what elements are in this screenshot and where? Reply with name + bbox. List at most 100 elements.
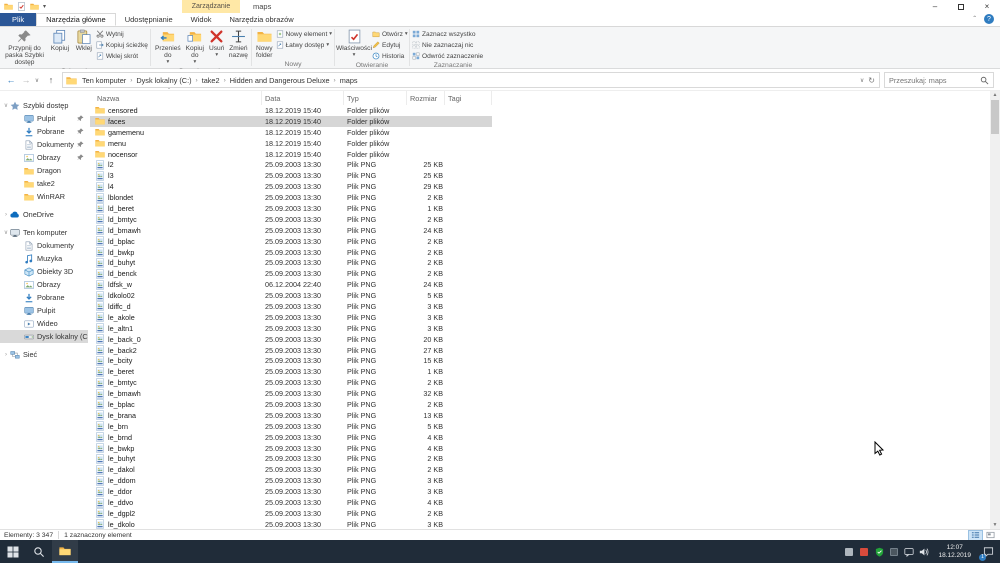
address-field[interactable]: Ten komputer›Dysk lokalny (C:)›take2›Hid… [62, 72, 880, 88]
tray-chat-icon[interactable] [904, 547, 914, 557]
pin-to-quick-access-button[interactable]: Przypnij do paska Szybki dostęp [2, 28, 47, 67]
sidebar-item-sieć[interactable]: ›Sieć [0, 348, 88, 361]
file-row-ld_bwkp[interactable]: ld_bwkp25.09.2003 13:30Plik PNG2 KB [88, 247, 990, 258]
details-view-button[interactable] [969, 531, 982, 540]
file-row-faces[interactable]: faces18.12.2019 15:40Folder plików [88, 116, 990, 127]
file-row-le_bplac[interactable]: le_bplac25.09.2003 13:30Plik PNG2 KB [88, 399, 990, 410]
scrollbar-thumb[interactable] [991, 100, 999, 134]
column-header-size[interactable]: Rozmiar [407, 91, 445, 105]
file-row-le_buhyt[interactable]: le_buhyt25.09.2003 13:30Plik PNG2 KB [88, 454, 990, 465]
refresh-icon[interactable]: ↻ [868, 76, 875, 85]
maximize-button[interactable] [948, 0, 974, 13]
tab-share[interactable]: Udostępnianie [116, 13, 182, 26]
help-icon[interactable]: ? [984, 14, 994, 24]
file-row-ld_beret[interactable]: ld_beret25.09.2003 13:30Plik PNG1 KB [88, 203, 990, 214]
sidebar-item-wideo[interactable]: Wideo [0, 317, 88, 330]
taskbar-search-button[interactable] [26, 540, 52, 563]
sidebar-item-obrazy[interactable]: Obrazy [0, 151, 88, 164]
tree-chevron-icon[interactable]: ∨ [2, 229, 10, 236]
file-row-le_ddor[interactable]: le_ddor25.09.2003 13:30Plik PNG3 KB [88, 486, 990, 497]
tray-app-gray-icon[interactable] [844, 547, 854, 557]
tray-shield-icon[interactable] [874, 547, 884, 557]
sidebar-item-pulpit[interactable]: Pulpit [0, 112, 88, 125]
copy-path-button[interactable]: Kopiuj ścieżkę [96, 40, 148, 50]
sidebar-item-pobrane[interactable]: Pobrane [0, 125, 88, 138]
file-row-le_ddom[interactable]: le_ddom25.09.2003 13:30Plik PNG3 KB [88, 475, 990, 486]
open-button[interactable]: Otwórz ▾ [372, 29, 408, 39]
paste-button[interactable]: Wklej [73, 28, 95, 67]
column-header-name[interactable]: Nazwa [88, 91, 262, 105]
tray-app-red-icon[interactable] [859, 547, 869, 557]
tab-view[interactable]: Widok [182, 13, 221, 26]
file-row-le_brnd[interactable]: le_brnd25.09.2003 13:30Plik PNG4 KB [88, 432, 990, 443]
sidebar-item-obrazy[interactable]: Obrazy [0, 278, 88, 291]
sidebar-item-dragon[interactable]: Dragon [0, 164, 88, 177]
file-row-le_bmtyc[interactable]: le_bmtyc25.09.2003 13:30Plik PNG2 KB [88, 377, 990, 388]
close-button[interactable]: × [974, 0, 1000, 13]
move-to-button[interactable]: Przenieś do ▾ [153, 28, 183, 67]
search-box[interactable] [884, 72, 994, 88]
sidebar-item-dysk-lokalny-c-[interactable]: Dysk lokalny (C:) [0, 330, 88, 343]
start-button[interactable] [0, 540, 26, 563]
sidebar-item-szybki-dostęp[interactable]: ∨Szybki dostęp [0, 99, 88, 112]
file-row-le_ddvo[interactable]: le_ddvo25.09.2003 13:30Plik PNG4 KB [88, 497, 990, 508]
sidebar-item-take2[interactable]: take2 [0, 177, 88, 190]
sidebar-item-dokumenty[interactable]: Dokumenty [0, 239, 88, 252]
invert-selection-button[interactable]: Odwróć zaznaczenie [412, 51, 483, 61]
copy-button[interactable]: Kopiuj [48, 28, 72, 67]
easy-access-button[interactable]: Łatwy dostęp ▾ [276, 40, 333, 50]
tab-home[interactable]: Narzędzia główne [36, 13, 116, 26]
file-row-le_brn[interactable]: le_brn25.09.2003 13:30Plik PNG5 KB [88, 421, 990, 432]
breadcrumb-segment[interactable]: Hidden and Dangerous Deluxe [227, 76, 333, 85]
sidebar-item-dokumenty[interactable]: Dokumenty [0, 138, 88, 151]
file-row-gamemenu[interactable]: gamemenu18.12.2019 15:40Folder plików [88, 127, 990, 138]
edit-button[interactable]: Edytuj [372, 40, 408, 50]
file-row-ld_bmtyc[interactable]: ld_bmtyc25.09.2003 13:30Plik PNG2 KB [88, 214, 990, 225]
sidebar-item-onedrive[interactable]: ›OneDrive [0, 208, 88, 221]
tray-app-dark-icon[interactable] [889, 547, 899, 557]
vertical-scrollbar[interactable]: ▲ ▼ [990, 91, 1000, 529]
new-folder-qat-icon[interactable] [30, 2, 39, 11]
file-row-le_beret[interactable]: le_beret25.09.2003 13:30Plik PNG1 KB [88, 366, 990, 377]
new-folder-button[interactable]: Nowy folder [254, 28, 275, 60]
file-row-le_dkolo[interactable]: le_dkolo25.09.2003 13:30Plik PNG3 KB [88, 519, 990, 529]
scroll-up-icon[interactable]: ▲ [990, 91, 1000, 99]
file-row-le_dakol[interactable]: le_dakol25.09.2003 13:30Plik PNG2 KB [88, 464, 990, 475]
copy-to-button[interactable]: Kopiuj do ▾ [184, 28, 206, 67]
tree-chevron-icon[interactable]: › [2, 352, 10, 358]
file-row-l2[interactable]: l225.09.2003 13:30Plik PNG25 KB [88, 159, 990, 170]
up-button[interactable]: ↑ [44, 72, 58, 88]
tree-chevron-icon[interactable]: › [2, 212, 10, 218]
file-row-l3[interactable]: l325.09.2003 13:30Plik PNG25 KB [88, 170, 990, 181]
address-dropdown-icon[interactable]: ∨ [860, 77, 864, 84]
file-row-le_bcity[interactable]: le_bcity25.09.2003 13:30Plik PNG15 KB [88, 355, 990, 366]
sidebar-item-obiekty-3d[interactable]: Obiekty 3D [0, 265, 88, 278]
file-row-censored[interactable]: censored18.12.2019 15:40Folder plików [88, 105, 990, 116]
file-row-ldiffc_d[interactable]: ldiffc_d25.09.2003 13:30Plik PNG3 KB [88, 301, 990, 312]
file-row-ldkolo02[interactable]: ldkolo0225.09.2003 13:30Plik PNG5 KB [88, 290, 990, 301]
file-row-l4[interactable]: l425.09.2003 13:30Plik PNG29 KB [88, 181, 990, 192]
file-row-nocensor[interactable]: nocensor18.12.2019 15:40Folder plików [88, 149, 990, 160]
file-row-menu[interactable]: menu18.12.2019 15:40Folder plików [88, 138, 990, 149]
cut-button[interactable]: Wytnij [96, 29, 148, 39]
file-row-le_back_0[interactable]: le_back_025.09.2003 13:30Plik PNG20 KB [88, 334, 990, 345]
history-button[interactable]: Historia [372, 51, 408, 61]
search-icon[interactable] [980, 76, 989, 85]
properties-button[interactable]: Właściwości ▾ [337, 28, 371, 61]
tab-picture-tools[interactable]: Narzędzia obrazów [221, 13, 303, 26]
sidebar-item-muzyka[interactable]: Muzyka [0, 252, 88, 265]
minimize-button[interactable]: – [922, 0, 948, 13]
file-row-le_altn1[interactable]: le_altn125.09.2003 13:30Plik PNG3 KB [88, 323, 990, 334]
taskbar-clock[interactable]: 12:07 18.12.2019 [934, 544, 975, 559]
select-none-button[interactable]: Nie zaznaczaj nic [412, 40, 483, 50]
thumbnails-view-button[interactable] [984, 531, 997, 540]
file-row-ldfsk_w[interactable]: ldfsk_w06.12.2004 22:40Plik PNG24 KB [88, 279, 990, 290]
breadcrumb-segment[interactable]: Ten komputer [79, 76, 129, 85]
collapse-ribbon-icon[interactable]: ˆ [973, 15, 976, 24]
file-row-le_dgpl2[interactable]: le_dgpl225.09.2003 13:30Plik PNG2 KB [88, 508, 990, 519]
select-all-button[interactable]: Zaznacz wszystko [412, 29, 483, 39]
file-row-lblondet[interactable]: lblondet25.09.2003 13:30Plik PNG2 KB [88, 192, 990, 203]
breadcrumb-segment[interactable]: Dysk lokalny (C:) [133, 76, 194, 85]
paste-shortcut-button[interactable]: Wklej skrót [96, 51, 148, 61]
search-input[interactable] [889, 76, 980, 85]
